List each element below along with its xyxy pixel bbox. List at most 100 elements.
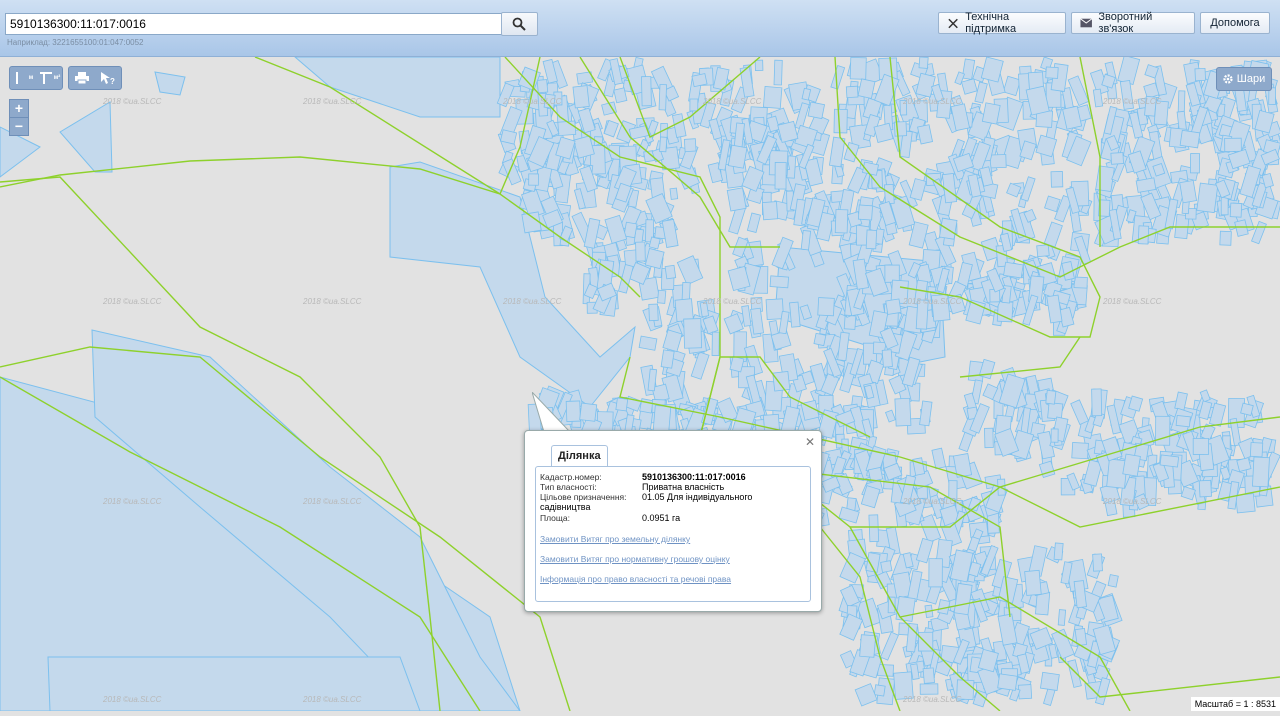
parcel[interactable] <box>572 85 590 109</box>
parcel[interactable] <box>638 335 658 351</box>
parcel[interactable] <box>868 514 880 543</box>
parcel[interactable] <box>1067 659 1082 688</box>
tab-parcel[interactable]: Ділянка <box>551 445 608 466</box>
parcel[interactable] <box>1137 225 1150 245</box>
parcel[interactable] <box>894 397 912 427</box>
parcel[interactable] <box>1071 442 1089 460</box>
parcel[interactable] <box>1053 542 1064 561</box>
parcel[interactable] <box>1002 75 1021 97</box>
parcel[interactable] <box>1057 609 1067 626</box>
parcel[interactable] <box>800 230 812 251</box>
parcel[interactable] <box>683 318 703 349</box>
parcel[interactable] <box>883 183 895 205</box>
parcel[interactable] <box>727 144 748 169</box>
parcel[interactable] <box>919 683 939 695</box>
parcel[interactable] <box>773 59 783 86</box>
parcel[interactable] <box>662 329 683 353</box>
print-button[interactable] <box>69 67 95 89</box>
layers-button[interactable]: Шари <box>1216 67 1272 91</box>
parcel[interactable] <box>741 305 752 327</box>
parcel[interactable] <box>997 673 1018 691</box>
parcel[interactable] <box>635 241 646 262</box>
parcel[interactable] <box>1155 415 1171 446</box>
parcel[interactable] <box>919 400 933 427</box>
ownership-info-link[interactable]: Інформація про право власності та речові… <box>540 574 731 584</box>
parcel[interactable] <box>830 65 846 90</box>
parcel[interactable] <box>1107 574 1119 588</box>
parcel[interactable] <box>674 298 694 322</box>
parcel[interactable] <box>1024 569 1042 596</box>
parcel[interactable] <box>1073 276 1088 289</box>
parcel[interactable] <box>928 558 943 588</box>
parcel[interactable] <box>528 173 539 186</box>
parcel[interactable] <box>536 79 549 94</box>
map-canvas[interactable] <box>0 54 1280 712</box>
parcel[interactable] <box>1003 261 1024 279</box>
parcel[interactable] <box>1110 152 1124 165</box>
parcel[interactable] <box>774 162 787 190</box>
parcel[interactable] <box>1091 388 1103 417</box>
parcel[interactable] <box>1189 153 1201 174</box>
parcel[interactable] <box>885 298 902 315</box>
parcel[interactable] <box>1047 402 1064 420</box>
parcel[interactable] <box>984 427 994 449</box>
parcel[interactable] <box>761 201 779 221</box>
parcel[interactable] <box>658 84 668 111</box>
parcel[interactable] <box>895 595 916 622</box>
parcel[interactable] <box>873 122 894 144</box>
order-parcel-extract-link[interactable]: Замовити Витяг про земельну ділянку <box>540 534 690 544</box>
parcel[interactable] <box>676 255 704 286</box>
parcel[interactable] <box>1198 479 1212 498</box>
parcel[interactable] <box>1043 221 1063 248</box>
zoom-in-button[interactable]: + <box>9 99 29 118</box>
parcel[interactable] <box>689 98 699 112</box>
parcel[interactable] <box>967 536 981 553</box>
parcel[interactable] <box>854 683 878 707</box>
parcel[interactable] <box>648 236 661 250</box>
parcel[interactable] <box>909 178 927 201</box>
parcel[interactable] <box>857 204 873 221</box>
identify-button[interactable]: ? <box>95 67 121 89</box>
parcel[interactable] <box>1229 202 1243 218</box>
parcel[interactable] <box>659 136 668 153</box>
parcel[interactable] <box>683 138 697 153</box>
parcel[interactable] <box>1219 230 1232 246</box>
parcel[interactable] <box>1177 90 1186 114</box>
parcel[interactable] <box>817 297 835 317</box>
parcel[interactable] <box>1194 67 1206 82</box>
parcel[interactable] <box>974 81 988 104</box>
parcel[interactable] <box>521 211 542 234</box>
parcel[interactable] <box>726 187 747 212</box>
parcel[interactable] <box>918 56 929 69</box>
help-button[interactable]: Допомога <box>1200 12 1270 34</box>
parcel[interactable] <box>557 120 577 137</box>
parcel[interactable] <box>1179 129 1201 149</box>
parcel[interactable] <box>769 275 789 289</box>
parcel[interactable] <box>1135 177 1157 193</box>
parcel[interactable] <box>1050 171 1064 188</box>
parcel[interactable] <box>1192 438 1210 455</box>
parcel[interactable] <box>1224 137 1242 152</box>
parcel[interactable] <box>1017 684 1033 700</box>
parcel[interactable] <box>1249 442 1264 458</box>
search-input[interactable] <box>5 13 505 35</box>
parcel[interactable] <box>1092 553 1103 572</box>
parcel[interactable] <box>813 332 827 347</box>
parcel[interactable] <box>664 264 677 280</box>
parcel[interactable] <box>660 349 675 369</box>
parcel[interactable] <box>1070 399 1090 426</box>
parcel[interactable] <box>652 404 672 433</box>
parcel[interactable] <box>615 397 629 412</box>
measure-area-button[interactable]: м² <box>36 67 62 89</box>
parcel[interactable] <box>829 136 846 168</box>
parcel[interactable] <box>762 86 783 109</box>
parcel[interactable] <box>981 102 1001 125</box>
parcel[interactable] <box>648 303 659 322</box>
parcel[interactable] <box>881 349 893 368</box>
parcel[interactable] <box>1252 456 1270 488</box>
parcel[interactable] <box>807 101 826 120</box>
parcel[interactable] <box>845 85 859 99</box>
parcel[interactable] <box>873 684 886 697</box>
parcel[interactable] <box>1040 671 1060 691</box>
parcel[interactable] <box>833 108 848 134</box>
